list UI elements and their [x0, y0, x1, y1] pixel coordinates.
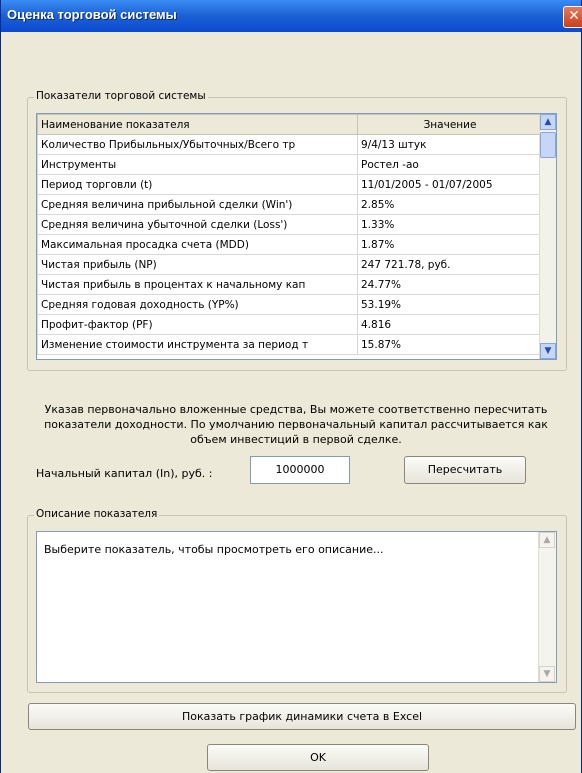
indicator-name: Средняя величина прибыльной сделки (Win'… — [37, 194, 358, 215]
dialog-window: Оценка торговой системы ✕ Показатели тор… — [0, 0, 582, 773]
table-row[interactable]: Период торговли (t) 11/01/2005 - 01/07/20… — [37, 174, 543, 195]
table-row[interactable]: Максимальная просадка счета (MDD) 1.87% — [37, 234, 543, 255]
description-textarea[interactable]: Выберите показатель, чтобы просмотреть е… — [36, 531, 557, 683]
column-header-value[interactable]: Значение — [357, 114, 543, 135]
initial-capital-input[interactable]: 1000000 — [250, 456, 350, 484]
indicator-name: Количество Прибыльных/Убыточных/Всего тр — [37, 134, 358, 155]
indicator-value: 15.87% — [357, 334, 543, 355]
indicator-value: 24.77% — [357, 274, 543, 295]
desc-scroll-up-icon[interactable]: ▲ — [539, 532, 555, 548]
desc-scroll-down-icon[interactable]: ▼ — [539, 666, 555, 682]
table-row[interactable]: Количество Прибыльных/Убыточных/Всего тр… — [37, 134, 543, 155]
table-row[interactable]: Чистая прибыль (NP) 247 721.78, руб. — [37, 254, 543, 275]
indicator-value: Ростел -ао — [357, 154, 543, 175]
table-row[interactable]: Средняя величина убыточной сделки (Loss'… — [37, 214, 543, 235]
scroll-down-icon[interactable]: ▼ — [540, 343, 556, 359]
table-header-row: Наименование показателя Значение — [37, 114, 543, 135]
indicator-name: Чистая прибыль (NP) — [37, 254, 358, 275]
indicators-grid: Наименование показателя Значение Количес… — [37, 114, 543, 355]
scroll-up-icon[interactable]: ▲ — [540, 114, 556, 130]
close-icon[interactable]: ✕ — [563, 6, 582, 28]
indicator-value: 9/4/13 штук — [357, 134, 543, 155]
indicator-value: 4.816 — [357, 314, 543, 335]
scroll-thumb[interactable] — [540, 132, 556, 158]
indicator-name: Средняя величина убыточной сделки (Loss'… — [37, 214, 358, 235]
table-row[interactable]: Изменение стоимости инструмента за перио… — [37, 334, 543, 355]
window-title: Оценка торговой системы — [7, 7, 177, 22]
indicator-name: Изменение стоимости инструмента за перио… — [37, 334, 358, 355]
table-row[interactable]: Чистая прибыль в процентах к начальному … — [37, 274, 543, 295]
indicator-value: 2.85% — [357, 194, 543, 215]
recalculate-button[interactable]: Пересчитать — [404, 456, 526, 484]
table-row[interactable]: Профит-фактор (PF) 4.816 — [37, 314, 543, 335]
table-row[interactable]: Средняя величина прибыльной сделки (Win'… — [37, 194, 543, 215]
table-scrollbar[interactable]: ▲ ▼ — [539, 114, 556, 359]
indicator-name: Чистая прибыль в процентах к начальному … — [37, 274, 358, 295]
indicator-name: Период торговли (t) — [37, 174, 358, 195]
description-text: Выберите показатель, чтобы просмотреть е… — [44, 543, 384, 556]
indicators-group-label: Показатели торговой системы — [34, 90, 208, 102]
initial-capital-label: Начальный капитал (In), руб. : — [36, 467, 213, 480]
indicator-value: 1.87% — [357, 234, 543, 255]
info-text: Указав первоначально вложенные средства,… — [44, 403, 548, 446]
description-group-label: Описание показателя — [34, 508, 160, 520]
indicator-value: 247 721.78, руб. — [357, 254, 543, 275]
column-header-name[interactable]: Наименование показателя — [37, 114, 358, 135]
indicators-table[interactable]: Наименование показателя Значение Количес… — [36, 113, 557, 360]
indicator-value: 53.19% — [357, 294, 543, 315]
excel-chart-button[interactable]: Показать график динамики счета в Excel — [28, 703, 576, 730]
ok-button[interactable]: OK — [207, 744, 429, 771]
indicator-value: 1.33% — [357, 214, 543, 235]
description-scrollbar[interactable]: ▲ ▼ — [538, 532, 556, 682]
table-row[interactable]: Средняя годовая доходность (YP%) 53.19% — [37, 294, 543, 315]
indicator-name: Инструменты — [37, 154, 358, 175]
indicator-name: Профит-фактор (PF) — [37, 314, 358, 335]
indicator-name: Средняя годовая доходность (YP%) — [37, 294, 358, 315]
indicator-value: 11/01/2005 - 01/07/2005 — [357, 174, 543, 195]
indicator-name: Максимальная просадка счета (MDD) — [37, 234, 358, 255]
table-row[interactable]: Инструменты Ростел -ао — [37, 154, 543, 175]
title-bar[interactable]: Оценка торговой системы ✕ — [1, 0, 582, 32]
